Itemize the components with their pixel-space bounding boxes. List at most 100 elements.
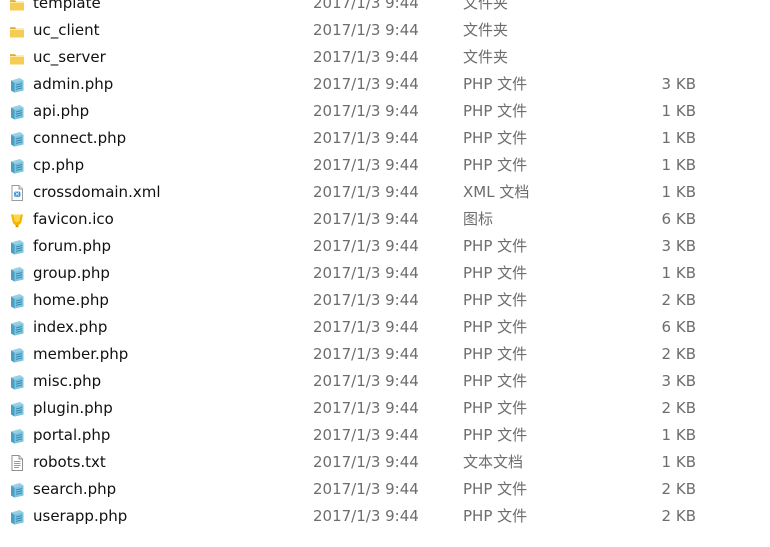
file-row[interactable]: search.php 2017/1/3 9:44 PHP 文件 2 KB	[0, 476, 770, 503]
php-file-icon	[8, 508, 26, 526]
php-file-icon	[8, 103, 26, 121]
file-name: robots.txt	[33, 453, 106, 471]
file-date: 2017/1/3 9:44	[313, 237, 419, 255]
file-list: template 2017/1/3 9:44 文件夹 uc_client 201…	[0, 0, 770, 530]
file-date: 2017/1/3 9:44	[313, 291, 419, 309]
file-type: PHP 文件	[463, 399, 528, 417]
file-type: 文件夹	[463, 21, 509, 39]
file-size: 3 KB	[661, 75, 696, 93]
php-file-icon	[8, 265, 26, 283]
file-type: 文本文档	[463, 453, 524, 471]
file-size: 2 KB	[661, 480, 696, 498]
file-name: crossdomain.xml	[33, 183, 161, 201]
php-file-icon	[8, 427, 26, 445]
file-size: 1 KB	[661, 156, 696, 174]
file-date: 2017/1/3 9:44	[313, 183, 419, 201]
file-row[interactable]: api.php 2017/1/3 9:44 PHP 文件 1 KB	[0, 98, 770, 125]
file-size: 1 KB	[661, 129, 696, 147]
file-name: uc_server	[33, 48, 106, 66]
file-date: 2017/1/3 9:44	[313, 102, 419, 120]
file-date: 2017/1/3 9:44	[313, 0, 419, 12]
file-name: index.php	[33, 318, 108, 336]
folder-icon	[8, 0, 26, 13]
file-row[interactable]: misc.php 2017/1/3 9:44 PHP 文件 3 KB	[0, 368, 770, 395]
file-type: PHP 文件	[463, 318, 528, 336]
php-file-icon	[8, 292, 26, 310]
file-size: 2 KB	[661, 399, 696, 417]
php-file-icon	[8, 346, 26, 364]
file-date: 2017/1/3 9:44	[313, 156, 419, 174]
file-date: 2017/1/3 9:44	[313, 507, 419, 525]
file-date: 2017/1/3 9:44	[313, 345, 419, 363]
file-row[interactable]: robots.txt 2017/1/3 9:44 文本文档 1 KB	[0, 449, 770, 476]
file-type: XML 文档	[463, 183, 530, 201]
file-type: PHP 文件	[463, 102, 528, 120]
file-date: 2017/1/3 9:44	[313, 399, 419, 417]
file-row[interactable]: favicon.ico 2017/1/3 9:44 图标 6 KB	[0, 206, 770, 233]
file-date: 2017/1/3 9:44	[313, 318, 419, 336]
file-row[interactable]: portal.php 2017/1/3 9:44 PHP 文件 1 KB	[0, 422, 770, 449]
file-row[interactable]: userapp.php 2017/1/3 9:44 PHP 文件 2 KB	[0, 503, 770, 530]
file-type: 图标	[463, 210, 494, 228]
file-date: 2017/1/3 9:44	[313, 426, 419, 444]
file-type: PHP 文件	[463, 480, 528, 498]
file-type: PHP 文件	[463, 129, 528, 147]
file-date: 2017/1/3 9:44	[313, 372, 419, 390]
file-row[interactable]: member.php 2017/1/3 9:44 PHP 文件 2 KB	[0, 341, 770, 368]
file-row[interactable]: connect.php 2017/1/3 9:44 PHP 文件 1 KB	[0, 125, 770, 152]
file-size: 1 KB	[661, 264, 696, 282]
file-row[interactable]: uc_server 2017/1/3 9:44 文件夹	[0, 44, 770, 71]
file-name: admin.php	[33, 75, 114, 93]
file-size: 1 KB	[661, 453, 696, 471]
file-size: 3 KB	[661, 372, 696, 390]
file-row[interactable]: plugin.php 2017/1/3 9:44 PHP 文件 2 KB	[0, 395, 770, 422]
file-name: uc_client	[33, 21, 100, 39]
ico-file-icon	[8, 211, 26, 229]
file-size: 1 KB	[661, 183, 696, 201]
php-file-icon	[8, 373, 26, 391]
file-date: 2017/1/3 9:44	[313, 129, 419, 147]
file-row[interactable]: admin.php 2017/1/3 9:44 PHP 文件 3 KB	[0, 71, 770, 98]
file-type: PHP 文件	[463, 507, 528, 525]
file-type: PHP 文件	[463, 75, 528, 93]
folder-icon	[8, 49, 26, 67]
file-row[interactable]: uc_client 2017/1/3 9:44 文件夹	[0, 17, 770, 44]
folder-icon	[8, 22, 26, 40]
file-row[interactable]: template 2017/1/3 9:44 文件夹	[0, 0, 770, 17]
php-file-icon	[8, 481, 26, 499]
php-file-icon	[8, 157, 26, 175]
file-name: favicon.ico	[33, 210, 114, 228]
file-date: 2017/1/3 9:44	[313, 21, 419, 39]
file-name: plugin.php	[33, 399, 113, 417]
file-size: 2 KB	[661, 345, 696, 363]
file-row[interactable]: cp.php 2017/1/3 9:44 PHP 文件 1 KB	[0, 152, 770, 179]
file-name: cp.php	[33, 156, 85, 174]
file-size: 1 KB	[661, 426, 696, 444]
file-row[interactable]: crossdomain.xml 2017/1/3 9:44 XML 文档 1 K…	[0, 179, 770, 206]
file-name: misc.php	[33, 372, 102, 390]
file-row[interactable]: group.php 2017/1/3 9:44 PHP 文件 1 KB	[0, 260, 770, 287]
file-type: PHP 文件	[463, 426, 528, 444]
php-file-icon	[8, 130, 26, 148]
file-name: connect.php	[33, 129, 127, 147]
file-size: 1 KB	[661, 102, 696, 120]
file-name: member.php	[33, 345, 129, 363]
file-date: 2017/1/3 9:44	[313, 453, 419, 471]
file-name: search.php	[33, 480, 117, 498]
xml-file-icon	[8, 184, 26, 202]
php-file-icon	[8, 76, 26, 94]
file-type: 文件夹	[463, 48, 509, 66]
txt-file-icon	[8, 454, 26, 472]
file-type: PHP 文件	[463, 264, 528, 282]
file-type: PHP 文件	[463, 372, 528, 390]
file-row[interactable]: forum.php 2017/1/3 9:44 PHP 文件 3 KB	[0, 233, 770, 260]
file-size: 3 KB	[661, 237, 696, 255]
file-type: PHP 文件	[463, 345, 528, 363]
file-size: 2 KB	[661, 291, 696, 309]
file-name: group.php	[33, 264, 110, 282]
file-name: home.php	[33, 291, 109, 309]
php-file-icon	[8, 400, 26, 418]
file-row[interactable]: index.php 2017/1/3 9:44 PHP 文件 6 KB	[0, 314, 770, 341]
file-type: PHP 文件	[463, 291, 528, 309]
file-row[interactable]: home.php 2017/1/3 9:44 PHP 文件 2 KB	[0, 287, 770, 314]
